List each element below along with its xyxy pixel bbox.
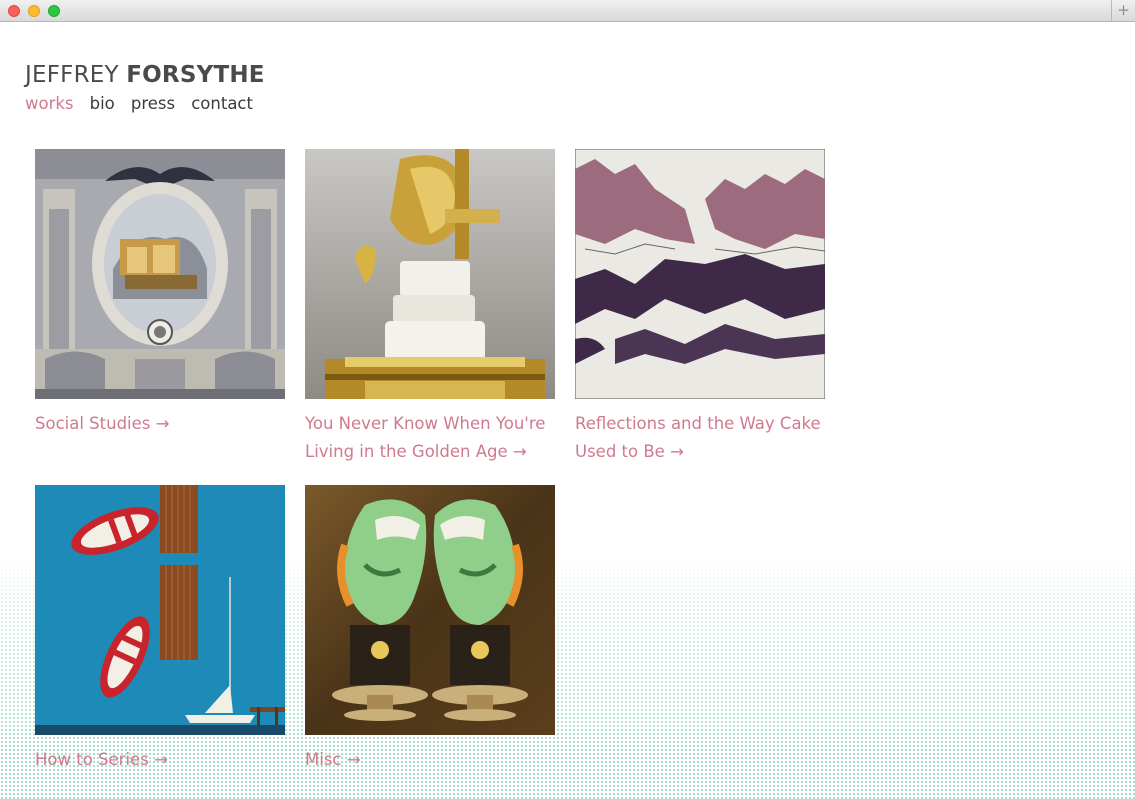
foo-dogs-painting-icon	[305, 485, 555, 735]
work-thumbnail[interactable]	[575, 149, 825, 399]
work-title-text: How to Series	[35, 750, 149, 769]
ornate-film-logo-painting-icon	[35, 149, 285, 399]
rowboats-painting-icon	[35, 485, 285, 735]
work-title-text: Misc	[305, 750, 342, 769]
nav-works-link[interactable]: works	[25, 94, 74, 113]
work-card: How to Series →	[35, 485, 285, 774]
work-title-link[interactable]: How to Series →	[35, 746, 285, 774]
arrow-right-icon: →	[346, 750, 361, 769]
minimize-window-button[interactable]	[28, 5, 40, 17]
work-title-link[interactable]: Reflections and the Way Cake Used to Be …	[575, 410, 825, 466]
work-title-text: Social Studies	[35, 414, 151, 433]
nav-contact-link[interactable]: contact	[191, 94, 253, 113]
site-title-last: FORSYTHE	[126, 62, 265, 88]
work-card: Social Studies →	[35, 149, 285, 438]
ink-landscape-drawing-icon	[575, 149, 825, 399]
work-title-link[interactable]: Social Studies →	[35, 410, 285, 438]
work-title-text: You Never Know When You're Living in the…	[305, 414, 546, 461]
work-card: Reflections and the Way Cake Used to Be …	[575, 149, 825, 466]
work-title-text: Reflections and the Way Cake Used to Be	[575, 414, 821, 461]
arrow-right-icon: →	[512, 442, 527, 461]
work-thumbnail[interactable]	[305, 149, 555, 399]
site-title[interactable]: JEFFREY FORSYTHE	[25, 62, 265, 88]
new-tab-button[interactable]: +	[1111, 0, 1135, 21]
site-title-first: JEFFREY	[25, 62, 119, 88]
arrow-right-icon: →	[155, 414, 170, 433]
nav-press-link[interactable]: press	[131, 94, 175, 113]
work-thumbnail[interactable]	[35, 149, 285, 399]
zoom-window-button[interactable]	[48, 5, 60, 17]
close-window-button[interactable]	[8, 5, 20, 17]
work-card: You Never Know When You're Living in the…	[305, 149, 555, 466]
work-thumbnail[interactable]	[305, 485, 555, 735]
work-thumbnail[interactable]	[35, 485, 285, 735]
work-card: Misc →	[305, 485, 555, 774]
gold-cake-sculpture-icon	[305, 149, 555, 399]
window-titlebar: +	[0, 0, 1135, 22]
work-title-link[interactable]: Misc →	[305, 746, 555, 774]
work-title-link[interactable]: You Never Know When You're Living in the…	[305, 410, 555, 466]
nav-bio-link[interactable]: bio	[90, 94, 115, 113]
main-nav: works bio press contact	[25, 94, 264, 113]
arrow-right-icon: →	[154, 750, 168, 769]
arrow-right-icon: →	[670, 442, 684, 461]
